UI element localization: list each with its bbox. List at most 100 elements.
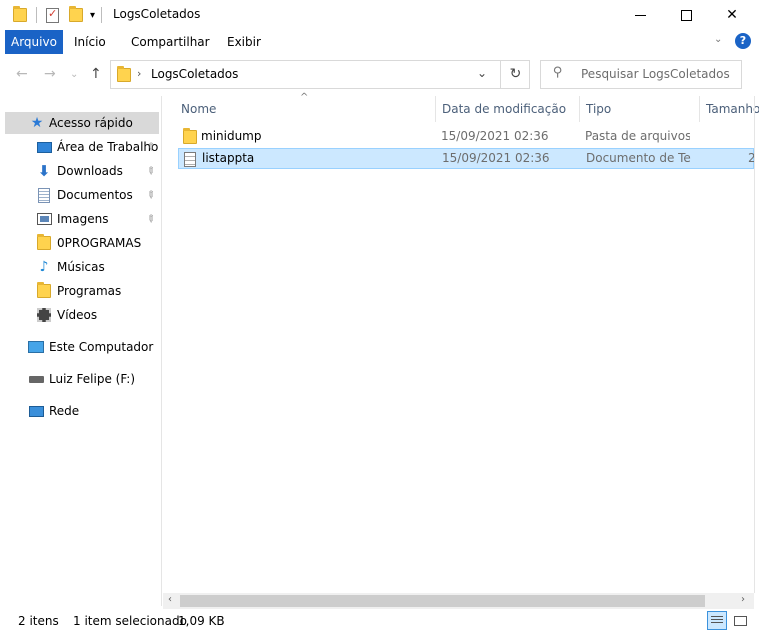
file-name: listappta [202, 151, 255, 165]
navigation-pane: ★ Acesso rápido Área de Trabalho ✎ ⬇ Dow… [0, 96, 162, 606]
recent-locations-chevron-icon[interactable]: ⌄ [70, 69, 78, 80]
refresh-button[interactable]: ↻ [500, 61, 530, 88]
folder-icon [183, 128, 197, 144]
documents-icon [38, 187, 50, 203]
sidebar-item-label: Documentos [57, 188, 133, 202]
back-button[interactable]: ← [16, 66, 28, 82]
details-view-button[interactable] [707, 611, 727, 630]
close-button[interactable]: ✕ [709, 0, 755, 30]
sidebar-item-area-de-trabalho[interactable]: Área de Trabalho ✎ [0, 136, 160, 158]
sidebar-item-label: Este Computador [49, 340, 154, 354]
sidebar-item-label: Programas [57, 284, 122, 298]
sidebar-item-label: Luiz Felipe (F:) [49, 372, 136, 386]
star-icon: ★ [30, 115, 44, 131]
sidebar-item-label: Downloads [57, 164, 123, 178]
sidebar-item-label: Acesso rápido [49, 116, 133, 130]
address-history-chevron-icon[interactable]: ⌄ [477, 66, 487, 80]
large-icons-view-icon [734, 616, 747, 626]
scroll-right-icon[interactable]: › [741, 594, 745, 605]
pin-icon[interactable]: ✎ [143, 164, 157, 178]
sidebar-item-label: Imagens [57, 212, 109, 226]
sidebar-item-downloads[interactable]: ⬇ Downloads ✎ [0, 160, 160, 182]
download-icon: ⬇ [37, 162, 51, 180]
breadcrumb-chevron-icon[interactable]: › [137, 67, 141, 80]
sidebar-item-este-computador[interactable]: Este Computador [0, 336, 160, 358]
table-row[interactable]: minidump 15/09/2021 02:36 Pasta de arqui… [178, 127, 754, 148]
file-list: Nome ^ Data de modificação Tipo Tamanho … [163, 92, 759, 593]
file-date: 15/09/2021 02:36 [442, 151, 550, 165]
expand-ribbon-chevron-icon[interactable]: ⌄ [714, 34, 722, 45]
address-bar[interactable]: › LogsColetados ⌄ ↻ [110, 60, 530, 89]
file-date: 15/09/2021 02:36 [441, 129, 549, 143]
column-header-type[interactable]: Tipo [586, 96, 611, 122]
sidebar-item-rede[interactable]: Rede [0, 400, 160, 422]
status-bar: 2 itens 1 item selecionado 1,09 KB [0, 609, 759, 633]
minimize-icon [634, 14, 646, 16]
sidebar-item-luiz-felipe-drive[interactable]: Luiz Felipe (F:) [0, 368, 160, 390]
search-box[interactable]: ⚲ Pesquisar LogsColetados [540, 60, 742, 89]
text-file-icon [184, 152, 196, 167]
close-icon: ✕ [726, 7, 738, 23]
folder-icon [13, 6, 27, 22]
computer-icon [28, 341, 44, 353]
quick-access-toolbar: ▾ [13, 0, 103, 30]
column-header-date[interactable]: Data de modificação [442, 96, 566, 122]
tab-compartilhar[interactable]: Compartilhar [131, 30, 210, 54]
sidebar-item-programas[interactable]: Programas [0, 280, 160, 302]
sidebar-item-label: Rede [49, 404, 80, 418]
folder-icon [37, 282, 51, 298]
sidebar-item-videos[interactable]: Vídeos [0, 304, 160, 326]
properties-icon[interactable] [46, 7, 59, 23]
sidebar-item-documentos[interactable]: Documentos ✎ [0, 184, 160, 206]
search-icon: ⚲ [553, 65, 563, 80]
maximize-button[interactable] [663, 0, 709, 30]
file-type: Documento de Te... [586, 151, 691, 165]
network-icon [28, 405, 44, 417]
sidebar-item-label: Vídeos [57, 308, 98, 322]
pictures-icon [36, 213, 52, 225]
sort-ascending-icon: ^ [300, 92, 309, 103]
pane-divider [754, 96, 755, 593]
sidebar-item-label: Músicas [57, 260, 105, 274]
up-button[interactable]: ↑ [90, 66, 102, 82]
sidebar-item-imagens[interactable]: Imagens ✎ [0, 208, 160, 230]
new-folder-icon[interactable] [69, 6, 83, 22]
column-divider[interactable] [435, 96, 436, 122]
toolbar-divider [101, 7, 103, 23]
column-divider[interactable] [699, 96, 700, 122]
status-item-count: 2 itens [18, 614, 59, 628]
tab-arquivo[interactable]: Arquivo [5, 30, 63, 54]
tab-inicio[interactable]: Início [74, 30, 106, 54]
music-icon: ♪ [39, 259, 49, 275]
horizontal-scrollbar[interactable]: ‹ › [163, 593, 754, 609]
navigation-bar: ← → ⌄ ↑ › LogsColetados ⌄ ↻ ⚲ Pesquisar … [0, 54, 759, 96]
title-bar: ▾ LogsColetados ✕ [0, 0, 759, 30]
details-view-icon [711, 616, 723, 625]
sidebar-item-0programas[interactable]: 0PROGRAMAS [0, 232, 160, 254]
tab-exibir[interactable]: Exibir [227, 30, 261, 54]
column-header-size[interactable]: Tamanho [706, 96, 759, 122]
breadcrumb-logscoletados[interactable]: LogsColetados [151, 67, 238, 81]
pin-icon[interactable]: ✎ [143, 212, 157, 226]
sidebar-item-musicas[interactable]: ♪ Músicas [0, 256, 160, 278]
drive-icon [28, 375, 44, 383]
large-icons-view-button[interactable] [730, 611, 750, 630]
sidebar-item-acesso-rapido[interactable]: ★ Acesso rápido [5, 112, 159, 134]
search-input[interactable]: Pesquisar LogsColetados [581, 67, 730, 81]
toolbar-divider [36, 7, 37, 23]
scrollbar-thumb[interactable] [180, 595, 705, 607]
column-divider[interactable] [579, 96, 580, 122]
maximize-icon [680, 9, 692, 21]
customize-toolbar-chevron-icon[interactable]: ▾ [90, 10, 95, 21]
help-icon[interactable]: ? [735, 33, 751, 49]
desktop-icon [36, 141, 52, 153]
window-title: LogsColetados [113, 7, 201, 21]
minimize-button[interactable] [617, 0, 663, 30]
table-row-selected[interactable]: listappta 15/09/2021 02:36 Documento de … [178, 148, 756, 169]
ribbon-tabs: Arquivo Início Compartilhar Exibir [0, 30, 759, 54]
forward-button[interactable]: → [44, 66, 56, 82]
pin-icon[interactable]: ✎ [143, 188, 157, 202]
column-header-name[interactable]: Nome [181, 96, 216, 122]
sidebar-item-label: 0PROGRAMAS [57, 236, 142, 250]
scroll-left-icon[interactable]: ‹ [168, 594, 172, 605]
